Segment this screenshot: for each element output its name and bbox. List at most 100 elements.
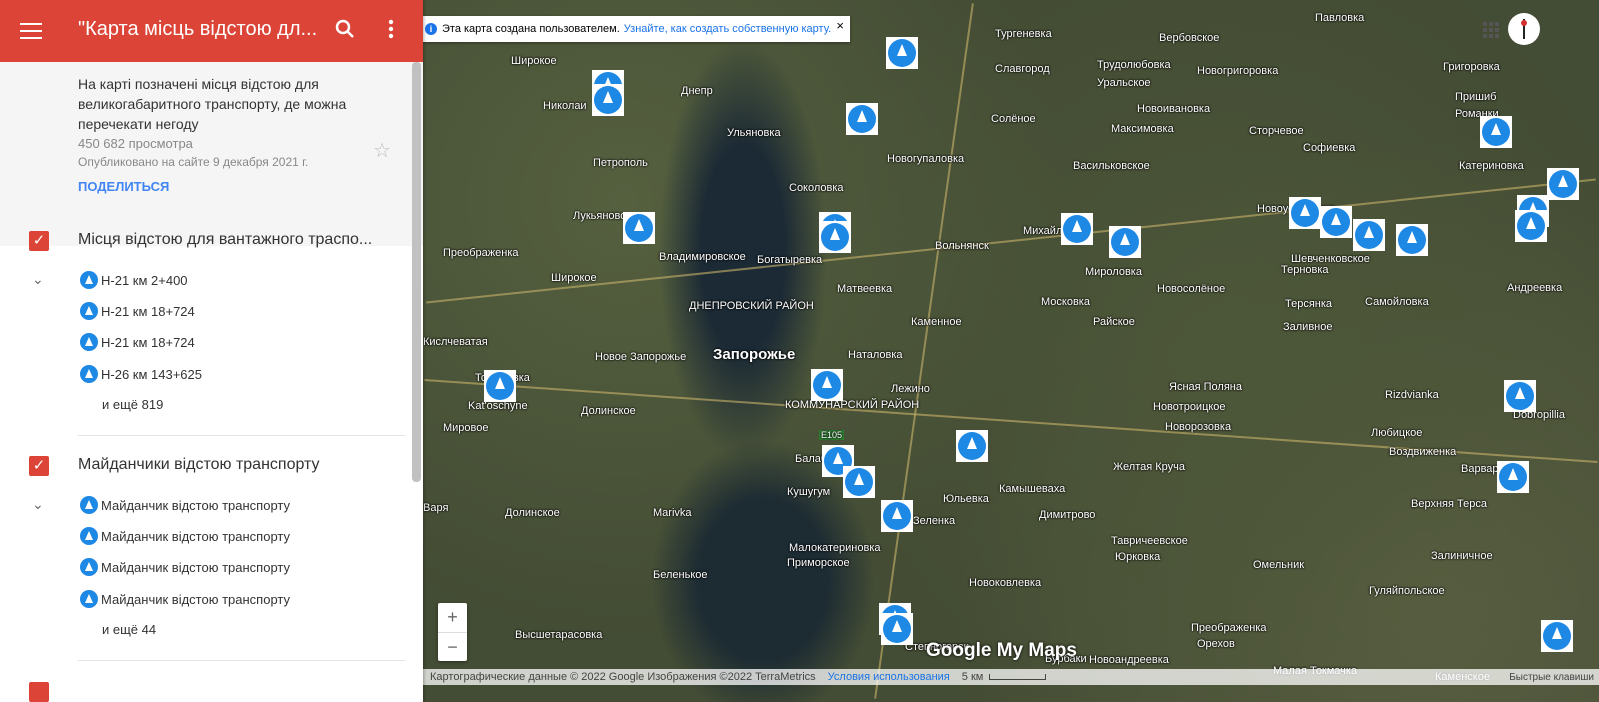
parking-marker[interactable] (846, 103, 878, 135)
list-item[interactable]: Н-26 км 143+625 (80, 365, 202, 383)
star-icon[interactable]: ☆ (373, 138, 391, 163)
map-description: На карті позначені місця відстою для вел… (78, 76, 347, 132)
parking-marker[interactable] (1289, 197, 1321, 229)
more-vert-icon[interactable] (386, 18, 396, 40)
place-label: Новогригоровка (1197, 65, 1279, 77)
apps-grid-icon[interactable] (1483, 22, 1499, 38)
list-item[interactable]: Майданчик відстою транспорту (80, 590, 290, 608)
place-label: Верхняя Терса (1411, 498, 1487, 510)
chevron-down-icon[interactable]: ⌄ (32, 271, 44, 288)
place-label: Григоровка (1443, 61, 1500, 73)
chevron-down-icon[interactable]: ⌄ (32, 496, 44, 513)
place-label: Rizdvianka (1385, 389, 1439, 401)
place-label: Преображенка (1191, 622, 1267, 634)
place-label: Пришиб (1455, 91, 1497, 103)
parking-marker-icon (80, 590, 98, 608)
parking-marker[interactable] (1547, 168, 1579, 200)
place-label: Малокатериновка (789, 542, 881, 554)
parking-marker[interactable] (1497, 461, 1529, 493)
show-more-link[interactable]: и ещё 819 (102, 397, 163, 412)
search-icon[interactable] (334, 18, 356, 40)
place-label: Днепр (681, 85, 713, 97)
place-label: Васильковское (1073, 160, 1150, 172)
parking-marker[interactable] (1396, 224, 1428, 256)
place-label: Андреевка (1507, 282, 1563, 294)
header-bar: "Карта місць відстою дл... (0, 0, 423, 62)
place-label: Сторчевое (1249, 125, 1304, 137)
map-title: "Карта місць відстою дл... (78, 18, 318, 40)
parking-marker[interactable] (886, 37, 918, 69)
list-item[interactable]: Н-21 км 18+724 (80, 333, 195, 351)
parking-marker[interactable] (956, 430, 988, 462)
place-label: Димитрово (1039, 509, 1096, 521)
parking-marker[interactable] (1515, 210, 1547, 242)
parking-marker[interactable] (1109, 226, 1141, 258)
list-item[interactable]: Майданчик відстою транспорту (80, 527, 290, 545)
info-icon: i (425, 23, 437, 35)
map-canvas[interactable]: i Эта карта создана пользователем. Узнай… (423, 0, 1599, 702)
layer-2-name: Майданчики відстою транспорту (78, 456, 320, 473)
terms-link[interactable]: Условия использования (828, 671, 950, 683)
parking-marker[interactable] (881, 613, 913, 645)
parking-marker-icon (80, 365, 98, 383)
parking-marker[interactable] (811, 369, 843, 401)
publish-date: Опубликовано на сайте 9 декабря 2021 г. (78, 155, 309, 169)
parking-marker[interactable] (819, 221, 851, 253)
scale-label: 5 км (961, 671, 984, 683)
place-label: Павловка (1315, 12, 1365, 24)
road-shield: E105 (819, 430, 845, 440)
place-label: Ясная Поляна (1169, 381, 1242, 393)
keyboard-shortcuts-link[interactable]: Быстрые клавиши (1509, 672, 1594, 683)
create-map-link[interactable]: Узнайте, как создать собственную карту. (624, 23, 831, 35)
layer-1-checkbox[interactable]: ✓ (29, 231, 49, 251)
parking-marker[interactable] (1353, 219, 1385, 251)
zoom-out-button[interactable]: − (438, 633, 467, 662)
place-label: Долинское (505, 507, 560, 519)
layer-3-checkbox[interactable] (29, 682, 49, 702)
place-label: Новоандреевка (1089, 654, 1169, 666)
place-label: Софиевка (1303, 142, 1356, 154)
parking-marker[interactable] (881, 500, 913, 532)
list-item[interactable]: Майданчик відстою транспорту (80, 558, 290, 576)
place-label: Новорозовка (1165, 421, 1232, 433)
parking-marker[interactable] (1320, 206, 1352, 238)
place-label: Любицкое (1371, 427, 1423, 439)
parking-marker-icon (80, 527, 98, 545)
place-label: Соколовка (789, 182, 844, 194)
zoom-in-button[interactable]: + (438, 603, 467, 633)
parking-marker[interactable] (1061, 213, 1093, 245)
place-label: Николаи (543, 100, 587, 112)
parking-marker[interactable] (1541, 620, 1573, 652)
info-text: Эта карта создана пользователем. (442, 23, 620, 35)
place-label: Marivka (653, 507, 692, 519)
place-label: Юрковка (1115, 551, 1161, 563)
parking-marker[interactable] (1480, 116, 1512, 148)
place-label: Юльевка (943, 493, 989, 505)
place-label: Матвеевка (837, 283, 893, 295)
parking-marker[interactable] (1504, 380, 1536, 412)
place-label: Преображенка (443, 247, 519, 259)
list-item[interactable]: Н-21 км 18+724 (80, 302, 195, 320)
account-avatar-icon[interactable] (1508, 13, 1540, 45)
layer-2-checkbox[interactable]: ✓ (29, 456, 49, 476)
place-label: Варя (423, 502, 449, 514)
share-button[interactable]: ПОДЕЛИТЬСЯ (78, 179, 169, 194)
place-label: Камышеваха (999, 483, 1066, 495)
parking-marker[interactable] (843, 466, 875, 498)
close-icon[interactable]: × (836, 18, 844, 33)
place-label: Новосолёное (1157, 283, 1226, 295)
place-label: Московка (1041, 296, 1090, 308)
scrollbar[interactable] (412, 62, 421, 482)
parking-marker[interactable] (592, 84, 624, 116)
place-label: Каменное (911, 316, 962, 328)
parking-marker[interactable] (623, 212, 655, 244)
list-item[interactable]: Майданчик відстою транспорту (80, 496, 290, 514)
list-item[interactable]: Н-21 км 2+400 (80, 271, 188, 289)
menu-icon[interactable] (20, 20, 42, 40)
place-label: Наталовка (848, 349, 903, 361)
parking-marker[interactable] (484, 370, 516, 402)
place-label: Новое Запорожье (595, 351, 687, 363)
info-banner: i Эта карта создана пользователем. Узнай… (423, 16, 850, 42)
sidebar: "Карта місць відстою дл... На карті позн… (0, 0, 423, 702)
show-more-link[interactable]: и ещё 44 (102, 622, 156, 637)
